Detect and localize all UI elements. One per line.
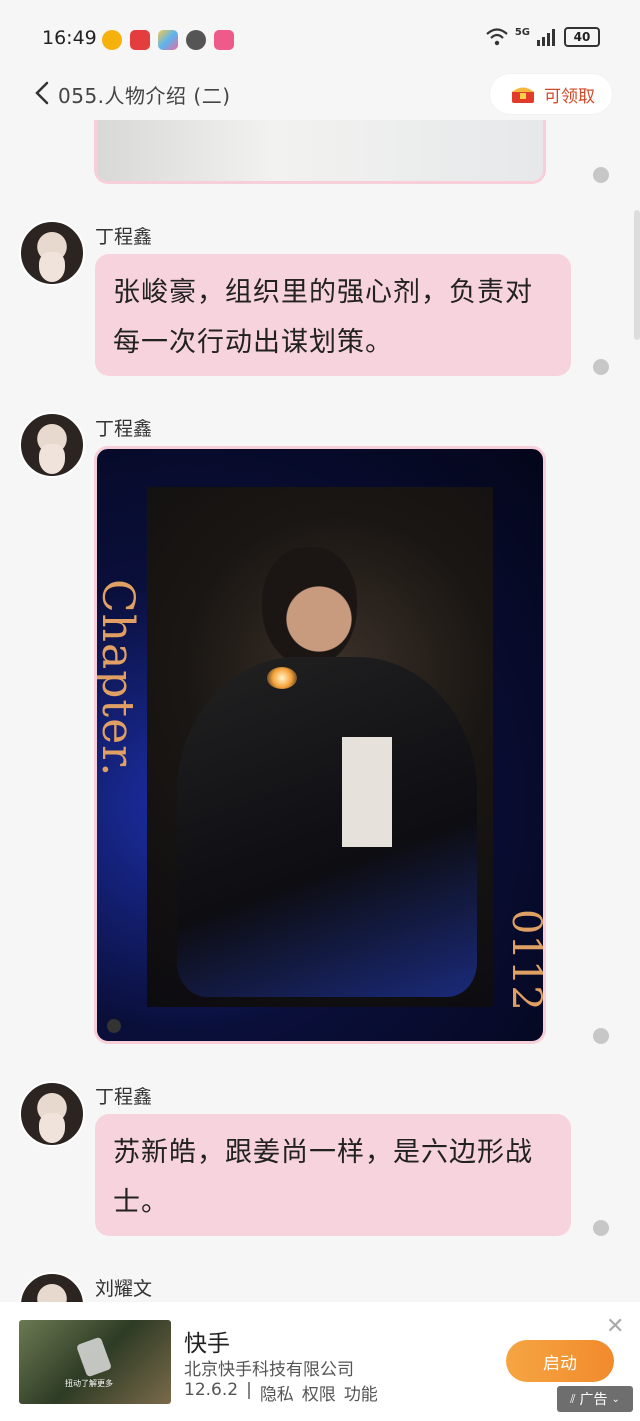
sender-name: 丁程鑫 bbox=[95, 1086, 153, 1108]
photo-jacket bbox=[177, 657, 477, 997]
chapter-title: 055.人物介绍 (二) bbox=[58, 84, 231, 108]
message-bubble[interactable]: 苏新皓，跟姜尚一样，是六边形战士。 bbox=[95, 1114, 571, 1236]
message-icon bbox=[186, 30, 206, 50]
ad-title[interactable]: 快手 bbox=[184, 1324, 230, 1358]
avatar[interactable] bbox=[19, 220, 85, 286]
status-time: 16:49 bbox=[42, 27, 97, 49]
image-bottom-caption: 0112 bbox=[503, 909, 546, 1011]
image-message[interactable]: Chapter. 0112 bbox=[94, 446, 546, 1044]
ad-features-link[interactable]: 功能 bbox=[344, 1380, 378, 1405]
weibo-icon bbox=[102, 30, 122, 50]
sender-name: 丁程鑫 bbox=[95, 418, 153, 440]
ad-logo-icon: ⫽ bbox=[570, 1391, 576, 1406]
ad-company: 北京快手科技有限公司 bbox=[184, 1360, 354, 1380]
network-type: 5G bbox=[514, 26, 530, 38]
photo-figure-head bbox=[262, 547, 357, 667]
message-bubble[interactable]: 张峻豪，组织里的强心剂，负责对每一次行动出谋划策。 bbox=[95, 254, 571, 376]
lofter-icon bbox=[214, 30, 234, 50]
taobao-icon bbox=[130, 30, 150, 50]
scrollbar[interactable] bbox=[634, 210, 640, 340]
ad-version: 12.6.2 bbox=[184, 1380, 239, 1400]
ad-launch-button[interactable]: 启动 bbox=[506, 1340, 614, 1382]
ad-thumbnail[interactable]: 扭动了解更多 bbox=[19, 1320, 171, 1404]
read-status-dot bbox=[593, 359, 609, 375]
photo bbox=[147, 487, 493, 1007]
reward-label: 可领取 bbox=[544, 86, 595, 107]
ad-separator: | bbox=[246, 1380, 252, 1400]
close-icon[interactable]: ✕ bbox=[606, 1314, 624, 1339]
read-status-dot bbox=[593, 167, 609, 183]
ad-meta: 12.6.2 | 隐私 权限 功能 bbox=[184, 1380, 378, 1405]
chevron-left-icon[interactable] bbox=[32, 80, 54, 106]
ad-permissions-link[interactable]: 权限 bbox=[302, 1380, 336, 1405]
image-side-caption: Chapter. bbox=[94, 579, 143, 778]
match-flame bbox=[267, 667, 297, 689]
notification-icons bbox=[102, 30, 234, 50]
sender-name: 刘耀文 bbox=[95, 1278, 153, 1300]
avatar[interactable] bbox=[19, 1081, 85, 1147]
battery-indicator: 40 bbox=[564, 27, 600, 47]
sender-name: 丁程鑫 bbox=[95, 226, 153, 248]
ad-thumb-text: 扭动了解更多 bbox=[65, 1379, 113, 1388]
treasure-chest-icon bbox=[512, 87, 534, 103]
avatar[interactable] bbox=[19, 412, 85, 478]
chevron-down-icon: ⌄ bbox=[611, 1393, 620, 1405]
phone-icon bbox=[75, 1336, 113, 1378]
photo-shirt bbox=[342, 737, 392, 847]
ad-privacy-link[interactable]: 隐私 bbox=[260, 1380, 294, 1405]
ad-tag-label: 广告 bbox=[579, 1392, 608, 1408]
read-status-dot bbox=[593, 1220, 609, 1236]
signal-icon bbox=[537, 29, 555, 46]
puzzle-app-icon bbox=[158, 30, 178, 50]
reward-button[interactable]: 可领取 bbox=[490, 74, 612, 114]
chevron-up-icon[interactable] bbox=[107, 1019, 121, 1033]
previous-image-message[interactable] bbox=[94, 120, 546, 184]
read-status-dot bbox=[593, 1028, 609, 1044]
wifi-icon bbox=[486, 28, 508, 46]
status-indicators: 5G 40 bbox=[485, 27, 600, 47]
ad-tag[interactable]: ⫽ 广告 ⌄ bbox=[557, 1386, 633, 1412]
